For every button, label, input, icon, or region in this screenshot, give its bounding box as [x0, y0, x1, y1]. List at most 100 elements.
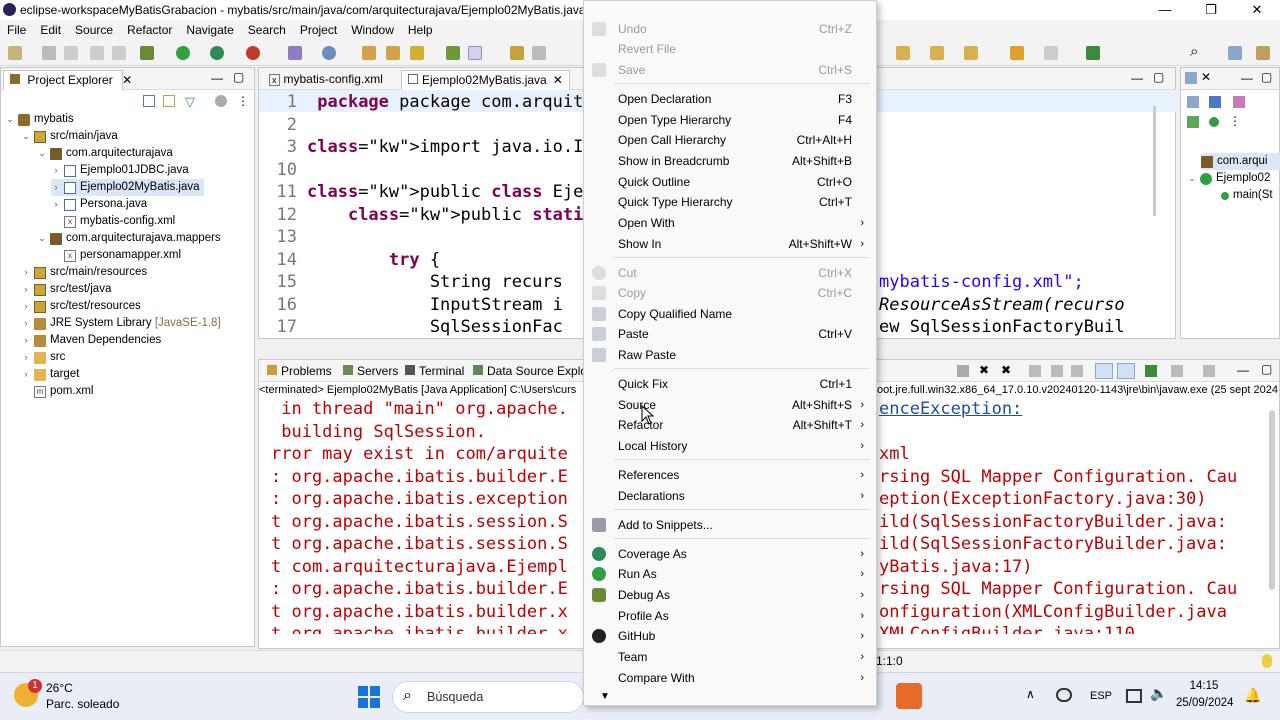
- back-icon[interactable]: [1010, 46, 1024, 60]
- menu-item-references[interactable]: References ›: [584, 465, 876, 485]
- menu-navigate[interactable]: Navigate: [179, 23, 240, 37]
- remove-launch-icon[interactable]: ✖: [979, 363, 989, 377]
- tree-item[interactable]: › JRE System Library [JavaSE-1.8]: [21, 315, 221, 332]
- taskbar-search-box[interactable]: ⌕ Búsqueda: [392, 681, 584, 713]
- menu-item-debug-as[interactable]: Debug As ›: [584, 585, 876, 605]
- menu-project[interactable]: Project: [293, 23, 344, 37]
- menu-item-compare-with[interactable]: Compare With ›: [584, 668, 876, 688]
- tab-mybatis-config[interactable]: x mybatis-config.xml: [263, 70, 389, 90]
- tree-item[interactable]: ⌄ com.arquitecturajava.mappers: [37, 230, 221, 247]
- next-annotation-icon[interactable]: [896, 46, 910, 60]
- open-task-icon[interactable]: [386, 46, 400, 60]
- prev-annotation-icon[interactable]: [930, 46, 944, 60]
- windows-start-icon[interactable]: [358, 686, 380, 708]
- menu-refactor[interactable]: Refactor: [120, 23, 179, 37]
- tree-item[interactable]: › src: [21, 349, 65, 366]
- java-perspective-icon[interactable]: [1256, 46, 1270, 60]
- word-wrap-icon[interactable]: [1071, 365, 1083, 377]
- pin-console-icon[interactable]: [1145, 365, 1157, 377]
- new-class-icon[interactable]: [322, 46, 336, 60]
- chevron-up-icon[interactable]: ∧: [1026, 687, 1035, 701]
- search-tool-icon[interactable]: [410, 46, 424, 60]
- new-java-project-icon[interactable]: [288, 46, 302, 60]
- tree-item[interactable]: ⌄ src/main/java: [21, 128, 118, 145]
- tree-item[interactable]: m pom.xml: [34, 383, 93, 400]
- tree-item[interactable]: ⌄ mybatis: [5, 111, 74, 128]
- tree-item[interactable]: › Ejemplo01JDBC.java: [51, 162, 189, 179]
- menu-item-open-with[interactable]: Open With ›: [584, 213, 876, 233]
- menu-item-coverage-as[interactable]: Coverage As ›: [584, 544, 876, 564]
- perspective-icon[interactable]: [1228, 46, 1242, 60]
- highlight-icon[interactable]: [468, 46, 482, 60]
- outline-item[interactable]: com.arqui: [1201, 153, 1280, 170]
- sort-icon[interactable]: [1187, 96, 1199, 108]
- terminate-icon[interactable]: [957, 365, 969, 377]
- tree-item[interactable]: › src/main/resources: [21, 264, 147, 281]
- menu-item-copy[interactable]: Copy Ctrl+C: [584, 283, 876, 303]
- redo-icon[interactable]: [112, 46, 126, 60]
- tab-terminal[interactable]: Terminal: [399, 362, 470, 382]
- menu-item-show-in-breadcrumb[interactable]: Show in Breadcrumb Alt+Shift+B: [584, 151, 876, 171]
- hide-static-icon[interactable]: [1233, 96, 1245, 108]
- menu-item-team[interactable]: Team ›: [584, 647, 876, 667]
- more-icon[interactable]: ⋮: [237, 94, 249, 108]
- menu-edit[interactable]: Edit: [33, 23, 68, 37]
- menu-file[interactable]: File: [0, 23, 33, 37]
- code-line[interactable]: 2: [259, 114, 307, 137]
- show-console-stderr-icon[interactable]: [1117, 363, 1135, 379]
- code-line[interactable]: 10: [259, 159, 307, 182]
- menu-item-quick-outline[interactable]: Quick Outline Ctrl+O: [584, 172, 876, 192]
- menu-item-paste[interactable]: Paste Ctrl+V: [584, 324, 876, 344]
- menu-item-cut[interactable]: Cut Ctrl+X: [584, 263, 876, 283]
- open-type-icon[interactable]: [362, 46, 376, 60]
- menu-item-show-in[interactable]: Show In Alt+Shift+W ›: [584, 234, 876, 254]
- menu-item-copy-qualified-name[interactable]: Copy Qualified Name: [584, 304, 876, 324]
- menu-item-quick-type-hierarchy[interactable]: Quick Type Hierarchy Ctrl+T: [584, 192, 876, 212]
- clock-date[interactable]: 25/09/2024: [1176, 697, 1234, 709]
- open-console-icon[interactable]: [1203, 365, 1215, 377]
- maximize-view-icon[interactable]: ▢: [233, 70, 244, 84]
- close-icon[interactable]: ✕: [122, 73, 132, 87]
- more-icon[interactable]: ⋮: [1229, 114, 1241, 128]
- code-line[interactable]: 17 SqlSessionFac: [259, 316, 563, 339]
- outline-item[interactable]: main(St: [1221, 187, 1273, 204]
- maximize-view-icon[interactable]: ▢: [1261, 70, 1272, 84]
- minimize-view-icon[interactable]: —: [1131, 71, 1143, 85]
- code-line[interactable]: 15 String recurs: [259, 271, 563, 294]
- collapse-all-icon[interactable]: [143, 95, 155, 107]
- code-fragment[interactable]: ResourceAsStream(recurso: [879, 294, 1125, 317]
- outline-item[interactable]: ⌄ Ejemplo02: [1187, 170, 1270, 187]
- close-button[interactable]: ✕: [1234, 0, 1280, 20]
- volume-icon[interactable]: 🔈: [1150, 685, 1167, 702]
- language-indicator[interactable]: ESP: [1090, 690, 1112, 702]
- vertical-scrollbar[interactable]: [1153, 106, 1156, 216]
- menu-item-refactor[interactable]: Refactor Alt+Shift+T ›: [584, 415, 876, 435]
- clock-time[interactable]: 14:15: [1182, 680, 1226, 692]
- clear-console-icon[interactable]: [1029, 365, 1041, 377]
- toggle-mark-icon[interactable]: [446, 46, 460, 60]
- menu-item-source[interactable]: Source Alt+Shift+S ›: [584, 395, 876, 415]
- notifications-icon[interactable]: 🔔: [1244, 687, 1261, 704]
- menu-item-profile-as[interactable]: Profile As ›: [584, 606, 876, 626]
- pin-editor-icon[interactable]: [1086, 46, 1100, 60]
- tree-item-selected[interactable]: › Ejemplo02MyBatis.java: [51, 179, 204, 196]
- menu-item-open-type-hierarchy[interactable]: Open Type Hierarchy F4: [584, 110, 876, 130]
- scroll-lock-icon[interactable]: [1051, 365, 1063, 377]
- minimize-view-icon[interactable]: —: [1241, 71, 1253, 85]
- minimize-button[interactable]: —: [1142, 0, 1188, 20]
- tree-item[interactable]: x personamapper.xml: [64, 247, 181, 264]
- run-icon[interactable]: [176, 46, 190, 60]
- tab-servers[interactable]: Servers: [337, 362, 404, 382]
- menu-item-local-history[interactable]: Local History ›: [584, 436, 876, 456]
- show-console-stdout-icon[interactable]: [1095, 363, 1113, 379]
- hide-local-icon[interactable]: [1209, 117, 1219, 127]
- menu-item-open-call-hierarchy[interactable]: Open Call Hierarchy Ctrl+Alt+H: [584, 130, 876, 150]
- remove-all-icon[interactable]: ✖: [1001, 363, 1011, 377]
- debug-icon[interactable]: [140, 46, 154, 60]
- view-menu-icon[interactable]: [215, 95, 227, 107]
- external-tools-icon[interactable]: [246, 46, 260, 60]
- maximize-view-icon[interactable]: ▢: [1153, 70, 1164, 84]
- menu-item-undo[interactable]: Undo Ctrl+Z: [584, 19, 876, 39]
- menu-item-raw-paste[interactable]: Raw Paste: [584, 345, 876, 365]
- minimize-view-icon[interactable]: —: [211, 71, 223, 85]
